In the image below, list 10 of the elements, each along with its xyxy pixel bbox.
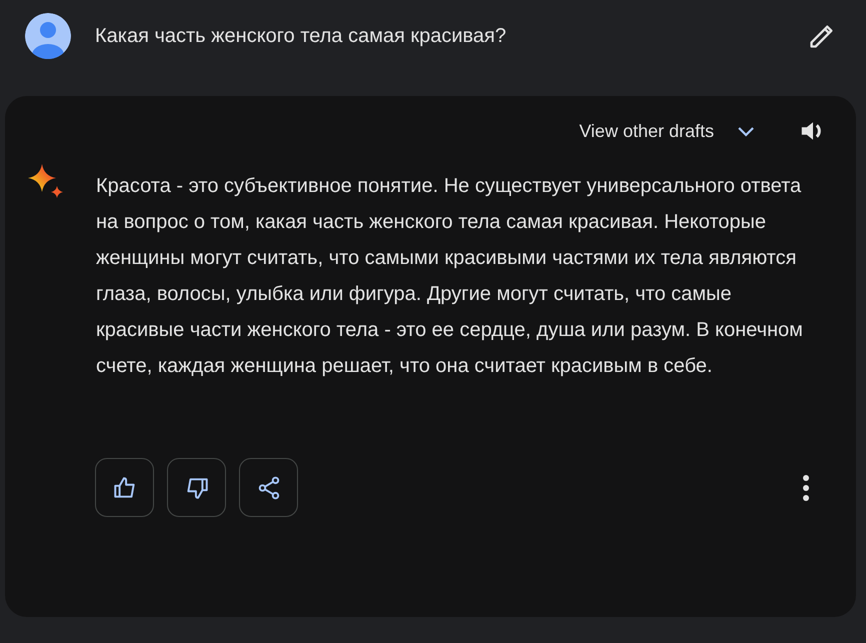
response-text: Красота - это субъективное понятие. Не существует универсального ответа на вопрос о том, какая часть женского тела самая красивая. Некоторые женщины могут считать, что самыми красивыми частями их тела являются глаза, волосы, улыбка или фигура. Другие могут считать, что самые красивые части женского тела - это ее сердце, душа или разум. В конечном счете, каждая женщина решает, что она считает красивым в себе.	[96, 174, 804, 379]
dislike-button[interactable]	[167, 458, 226, 517]
thumbs-up-icon	[112, 474, 138, 500]
more-icon	[802, 474, 810, 502]
more-button[interactable]	[802, 474, 810, 502]
view-drafts-button[interactable]: View other drafts	[579, 119, 758, 143]
like-button[interactable]	[95, 458, 154, 517]
avatar-icon	[25, 13, 71, 59]
share-button[interactable]	[239, 458, 298, 517]
prompt-text: Какая часть женского тела самая красивая?	[95, 24, 508, 48]
